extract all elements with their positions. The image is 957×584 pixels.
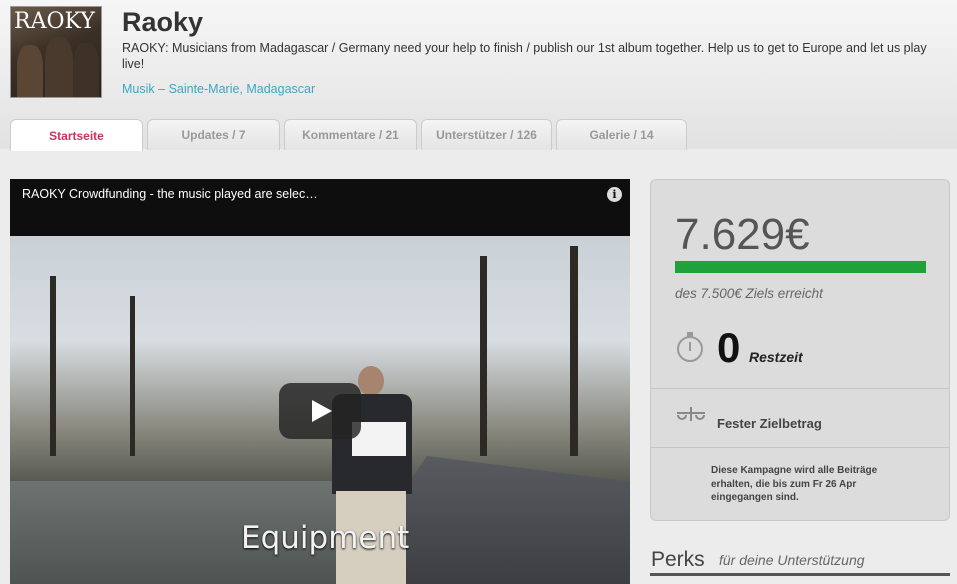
category-separator: –: [154, 82, 169, 96]
musician-figure: [17, 45, 43, 97]
cyclist-head: [358, 366, 384, 396]
video-player[interactable]: RAOKY Crowdfunding - the music played ar…: [10, 179, 630, 584]
video-title-bar: RAOKY Crowdfunding - the music played ar…: [10, 179, 630, 236]
scale-icon: [677, 407, 705, 423]
project-title: Raoky: [122, 7, 204, 37]
project-cover-image[interactable]: RAOKY: [10, 6, 102, 98]
funding-type-label: Fester Zielbetrag: [717, 416, 822, 431]
days-left-value: 0: [717, 324, 741, 371]
project-tabs: Startseite Updates / 7 Kommentare / 21 U…: [10, 119, 687, 151]
video-caption: Equipment: [241, 520, 410, 556]
perks-heading: Perks für deine Unterstützung: [650, 546, 950, 576]
category-link[interactable]: Musik: [122, 82, 155, 96]
tab-startseite[interactable]: Startseite: [10, 119, 143, 151]
tab-unterstuetzer[interactable]: Unterstützer / 126: [421, 119, 552, 150]
info-icon[interactable]: i: [607, 187, 622, 202]
project-description: RAOKY: Musicians from Madagascar / Germa…: [122, 41, 927, 71]
perks-subtitle: für deine Unterstützung: [719, 552, 865, 568]
tab-kommentare[interactable]: Kommentare / 21: [284, 119, 417, 150]
musician-figure: [73, 43, 99, 97]
divider: [651, 447, 949, 448]
raised-amount: 7.629€: [675, 210, 810, 259]
project-category-line: Musik – Sainte-Marie, Madagascar: [122, 82, 315, 96]
divider: [651, 388, 949, 389]
funding-stats-box: 7.629€ des 7.500€ Ziels erreicht 0 Restz…: [650, 179, 950, 521]
funding-goal-text: des 7.500€ Ziels erreicht: [675, 286, 823, 301]
location-link[interactable]: Sainte-Marie, Madagascar: [169, 82, 316, 96]
funding-progress-bar: [675, 261, 926, 273]
days-left-label: Restzeit: [749, 349, 803, 365]
campaign-note: Diese Kampagne wird alle Beiträge erhalt…: [711, 465, 878, 503]
funding-progress-fill: [675, 261, 926, 273]
tree-trunk: [50, 276, 56, 456]
tree-trunk: [130, 296, 135, 456]
cover-logo-text: RAOKY: [14, 9, 95, 34]
tree-trunk: [570, 246, 578, 456]
tab-updates[interactable]: Updates / 7: [147, 119, 280, 150]
tree-trunk: [480, 256, 487, 456]
video-title[interactable]: RAOKY Crowdfunding - the music played ar…: [22, 187, 318, 201]
tab-galerie[interactable]: Galerie / 14: [556, 119, 687, 150]
musician-figure: [45, 37, 73, 97]
perks-title: Perks: [651, 548, 705, 571]
stopwatch-icon: [677, 332, 703, 362]
play-button[interactable]: [279, 383, 361, 439]
